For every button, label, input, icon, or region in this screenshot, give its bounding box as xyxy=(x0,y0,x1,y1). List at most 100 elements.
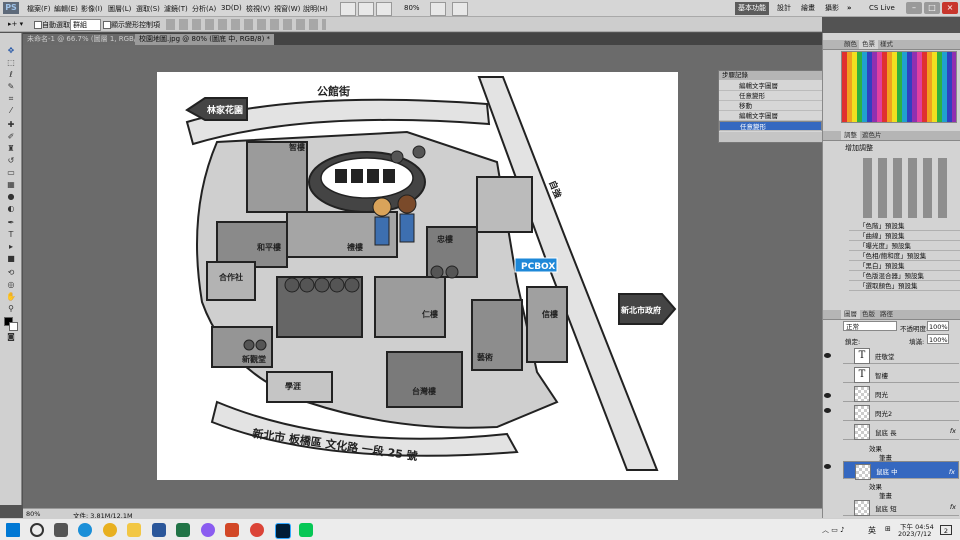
layer-row[interactable]: T 莊敬堂 xyxy=(843,346,959,364)
workspace-essentials[interactable]: 基本功能 xyxy=(735,2,769,15)
lasso-tool-icon[interactable]: ℓ xyxy=(5,70,17,79)
visibility-eye-icon[interactable] xyxy=(824,353,831,358)
word-icon[interactable] xyxy=(152,523,166,537)
windows-start-icon[interactable] xyxy=(6,523,20,537)
preset-curves[interactable]: 「曲線」預設集 xyxy=(849,231,960,241)
tray-icons[interactable]: ︿ ▭ ♪ xyxy=(822,525,845,535)
bridge-icon[interactable] xyxy=(340,2,356,16)
show-transform-checkbox[interactable] xyxy=(103,21,111,29)
tab-untitled[interactable]: 未命名-1 @ 66.7% (圖層 1, RGB/8) * xyxy=(23,34,154,45)
tab-masks[interactable]: 遮色片 xyxy=(859,131,885,140)
history-item[interactable]: 移動 xyxy=(719,101,822,111)
tab-color[interactable]: 顏色 xyxy=(841,40,860,49)
swatch-grid[interactable] xyxy=(841,51,957,123)
workspace-design[interactable]: 設計 xyxy=(774,2,794,15)
menu-view[interactable]: 檢視(V) xyxy=(246,4,270,14)
layer-row[interactable]: 鼠底 短 fx xyxy=(843,498,959,516)
hand-tool-icon[interactable]: ✋ xyxy=(5,292,17,301)
auto-select-dropdown[interactable]: 群組 xyxy=(70,19,101,31)
close-icon[interactable]: × xyxy=(942,2,958,14)
tab-campus-map[interactable]: 校園地圖.jpg @ 80% (圖底 中, RGB/8) * xyxy=(135,34,275,45)
fx-icon[interactable]: fx xyxy=(950,503,956,511)
chrome-icon[interactable] xyxy=(103,523,117,537)
menu-filter[interactable]: 濾鏡(T) xyxy=(164,4,188,14)
shape-tool-icon[interactable]: ■ xyxy=(5,254,17,263)
brush-tool-icon[interactable]: ✐ xyxy=(5,132,17,141)
preset-hue-saturation[interactable]: 「色相/飽和度」預設集 xyxy=(849,251,960,261)
edge-icon[interactable] xyxy=(78,523,92,537)
auto-select-checkbox[interactable] xyxy=(34,21,42,29)
dodge-tool-icon[interactable]: ◐ xyxy=(5,204,17,213)
apps-tray-icon[interactable]: ⊞ xyxy=(885,525,891,533)
fx-icon[interactable]: fx xyxy=(949,467,955,477)
workspace-painting[interactable]: 繪畫 xyxy=(798,2,818,15)
fx-icon[interactable]: fx xyxy=(950,427,956,435)
tab-adjustments[interactable]: 調整 xyxy=(841,131,860,140)
screen-mode-icon[interactable] xyxy=(452,2,468,16)
crop-tool-icon[interactable]: ⌗ xyxy=(5,94,17,103)
maximize-icon[interactable]: □ xyxy=(924,2,940,14)
menu-help[interactable]: 說明(H) xyxy=(303,4,328,14)
document-canvas[interactable]: 公館街 自強 新北市 板橋區 文化路 一段 25 號 林家花園 新北市政府 PC… xyxy=(157,72,678,480)
line-icon[interactable] xyxy=(299,523,313,537)
eyedropper-icon[interactable]: ⁄ xyxy=(5,106,17,115)
clock-date[interactable]: 2023/7/12 xyxy=(898,530,931,538)
menu-file[interactable]: 檔案(F) xyxy=(27,4,51,14)
history-item-selected[interactable]: 任意變形 xyxy=(719,121,822,131)
tab-swatches[interactable]: 色票 xyxy=(859,40,878,49)
preset-exposure[interactable]: 「曝光度」預設集 xyxy=(849,241,960,251)
adjustment-icons[interactable] xyxy=(863,158,953,218)
layer-row[interactable]: 鼠底 長 fx xyxy=(843,422,959,440)
preset-channel-mixer[interactable]: 「色版混合器」預設集 xyxy=(849,271,960,281)
excel-icon[interactable] xyxy=(176,523,190,537)
visibility-eye-icon[interactable] xyxy=(824,464,831,469)
visibility-eye-icon[interactable] xyxy=(824,393,831,398)
arrange-documents-icon[interactable] xyxy=(430,2,446,16)
powerpoint-icon[interactable] xyxy=(225,523,239,537)
opacity-input[interactable]: 100% xyxy=(927,321,949,331)
healing-brush-icon[interactable]: ✚ xyxy=(5,120,17,129)
cs-live-button[interactable]: CS Live xyxy=(866,2,898,15)
tab-paths[interactable]: 路徑 xyxy=(877,310,896,319)
path-select-icon[interactable]: ▸ xyxy=(5,242,17,251)
preset-black-white[interactable]: 「黑白」預設集 xyxy=(849,261,960,271)
messenger-icon[interactable] xyxy=(201,523,215,537)
notification-badge[interactable]: 2 xyxy=(940,525,952,535)
layer-row[interactable]: 閃光2 xyxy=(843,403,959,421)
preset-selective-color[interactable]: 「選取顏色」預設集 xyxy=(849,281,960,291)
align-distribute-icons[interactable] xyxy=(166,19,326,30)
photoshop-taskbar-icon[interactable] xyxy=(275,523,291,539)
type-tool-icon[interactable]: T xyxy=(5,230,17,239)
visibility-eye-icon[interactable] xyxy=(824,408,831,413)
pen-tool-icon[interactable]: ✒ xyxy=(5,218,17,227)
fill-input[interactable]: 100% xyxy=(927,334,949,344)
menu-image[interactable]: 影像(I) xyxy=(81,4,103,14)
move-tool-icon[interactable]: ▸+ ▾ xyxy=(8,20,23,28)
move-tool-icon[interactable]: ✥ xyxy=(5,46,17,55)
menu-select[interactable]: 選取(S) xyxy=(136,4,160,14)
minimize-icon[interactable]: – xyxy=(906,2,922,14)
menu-edit[interactable]: 編輯(E) xyxy=(54,4,78,14)
menu-window[interactable]: 視窗(W) xyxy=(274,4,300,14)
layer-row[interactable]: 閃光 xyxy=(843,384,959,402)
mini-bridge-icon[interactable] xyxy=(358,2,374,16)
blur-tool-icon[interactable]: ● xyxy=(5,192,17,201)
quick-mask-icon[interactable]: ◙ xyxy=(5,332,17,341)
task-view-icon[interactable] xyxy=(54,523,68,537)
workspace-photography[interactable]: 攝影 xyxy=(822,2,842,15)
clone-stamp-icon[interactable]: ♜ xyxy=(5,144,17,153)
3d-orbit-icon[interactable]: ◎ xyxy=(5,280,17,289)
blend-mode-select[interactable]: 正常 xyxy=(843,321,897,331)
gradient-tool-icon[interactable]: ▦ xyxy=(5,180,17,189)
layer-row[interactable]: T 智樓 xyxy=(843,365,959,383)
tab-styles[interactable]: 樣式 xyxy=(877,40,896,49)
view-extras-icon[interactable] xyxy=(376,2,392,16)
marquee-tool-icon[interactable]: ⬚ xyxy=(5,58,17,67)
history-brush-icon[interactable]: ↺ xyxy=(5,156,17,165)
chrome-profile-icon[interactable] xyxy=(250,523,264,537)
more-workspaces-icon[interactable]: » xyxy=(844,2,855,15)
3d-rotate-icon[interactable]: ⟲ xyxy=(5,268,17,277)
zoom-tool-icon[interactable]: ⚲ xyxy=(5,304,17,313)
menu-layer[interactable]: 圖層(L) xyxy=(108,4,131,14)
menu-analysis[interactable]: 分析(A) xyxy=(192,4,216,14)
